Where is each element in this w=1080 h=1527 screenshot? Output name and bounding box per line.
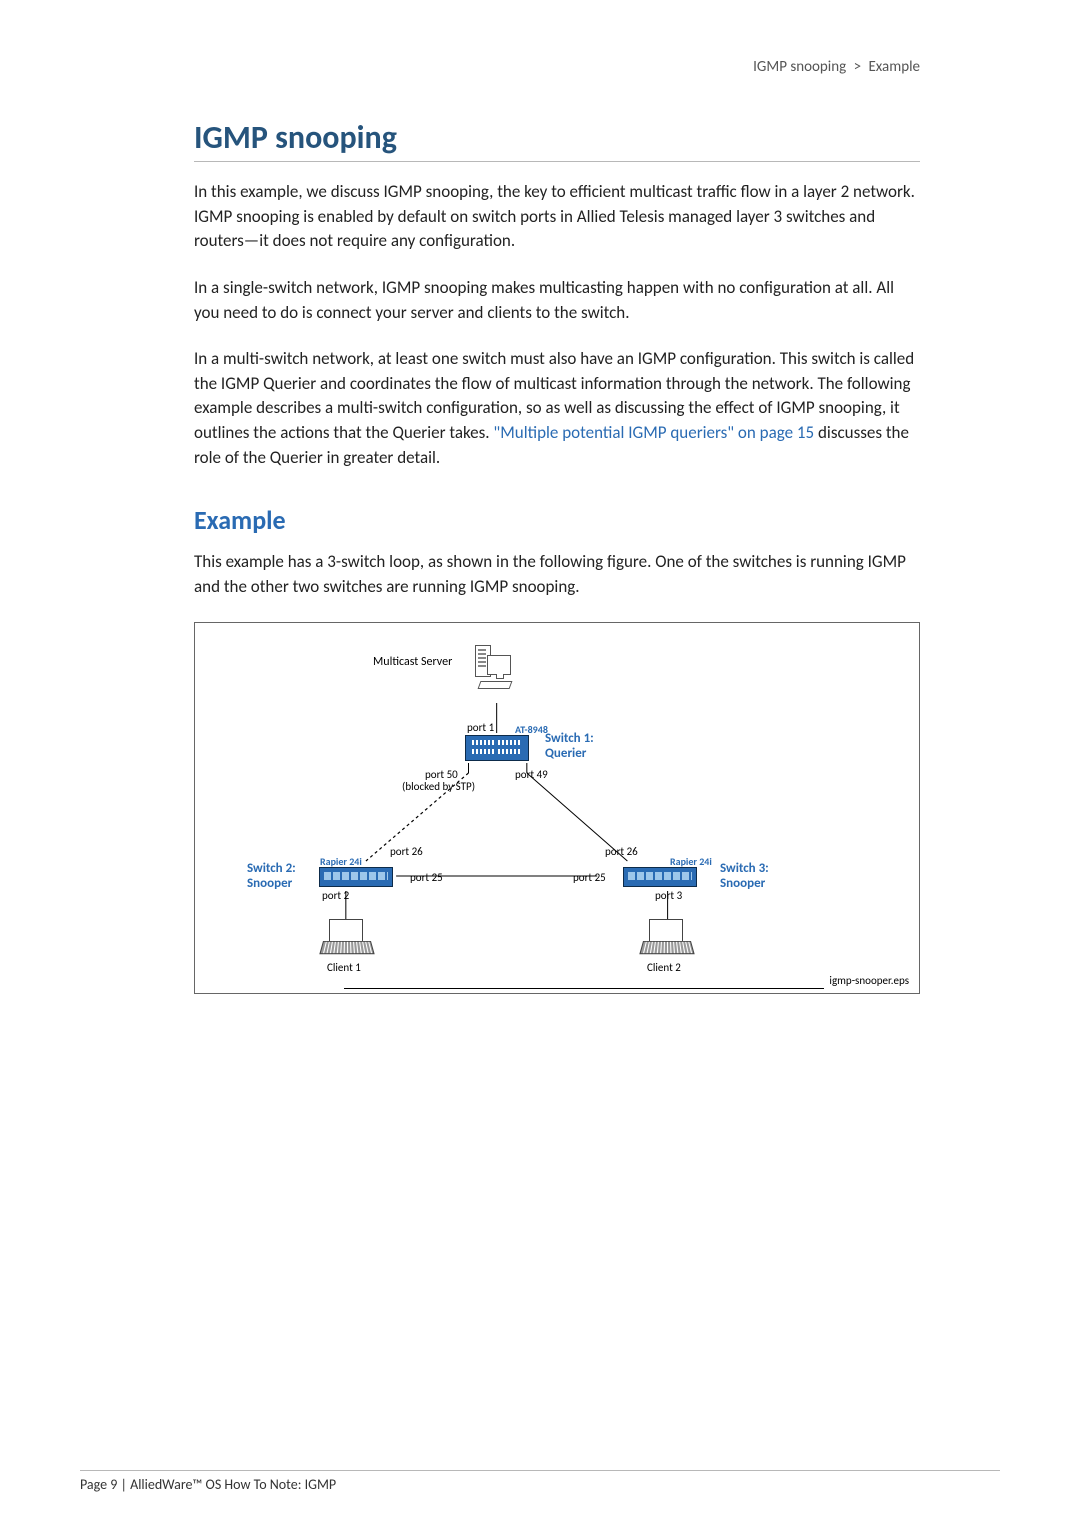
label-client1: Client 1: [327, 961, 361, 974]
switch1-icon: [465, 735, 529, 761]
title-rule: [194, 161, 920, 162]
breadcrumb: IGMP snooping > Example: [194, 58, 920, 76]
breadcrumb-section: IGMP snooping: [753, 58, 846, 76]
breadcrumb-sub: Example: [868, 58, 920, 76]
label-port2: port 2: [322, 889, 349, 902]
paragraph-3: In a multi-switch network, at least one …: [194, 347, 920, 470]
label-port3: port 3: [655, 889, 682, 902]
label-port25-r: port 25: [573, 871, 606, 884]
label-port26-l: port 26: [390, 845, 423, 858]
figure-lines: [195, 623, 919, 993]
footer-rule: [80, 1470, 1000, 1471]
switch2-icon: [319, 867, 393, 887]
figure-topology: Multicast Server port 1 AT-8948 Switch 1…: [194, 622, 920, 994]
page-footer: Page 9 | AlliedWare™ OS How To Note: IGM…: [80, 1476, 336, 1493]
xref-queriers[interactable]: "Multiple potential IGMP queriers" on pa…: [493, 422, 814, 443]
client1-icon: [323, 919, 369, 955]
figure-filename-rule: [344, 988, 824, 989]
label-client2: Client 2: [647, 961, 681, 974]
label-switch2: Switch 2: Snooper: [247, 861, 296, 891]
section-title-example: Example: [194, 504, 920, 536]
page-title: IGMP snooping: [194, 118, 920, 157]
client2-icon: [643, 919, 689, 955]
label-port49: port 49: [515, 768, 548, 781]
label-multicast-server: Multicast Server: [373, 655, 452, 669]
figure-filename: igmp-snooper.eps: [829, 974, 909, 987]
label-switch1: Switch 1: Querier: [545, 731, 594, 761]
label-port1: port 1: [467, 721, 494, 734]
paragraph-2: In a single-switch network, IGMP snoopin…: [194, 276, 920, 325]
label-port25-l: port 25: [410, 871, 443, 884]
paragraph-1: In this example, we discuss IGMP snoopin…: [194, 180, 920, 254]
label-switch3: Switch 3: Snooper: [720, 861, 769, 891]
paragraph-4: This example has a 3-switch loop, as sho…: [194, 550, 920, 599]
multicast-server-icon: [475, 645, 507, 691]
label-blocked: (blocked by STP): [402, 780, 475, 793]
label-port26-r: port 26: [605, 845, 638, 858]
switch3-icon: [623, 867, 697, 887]
breadcrumb-sep: >: [850, 58, 865, 76]
